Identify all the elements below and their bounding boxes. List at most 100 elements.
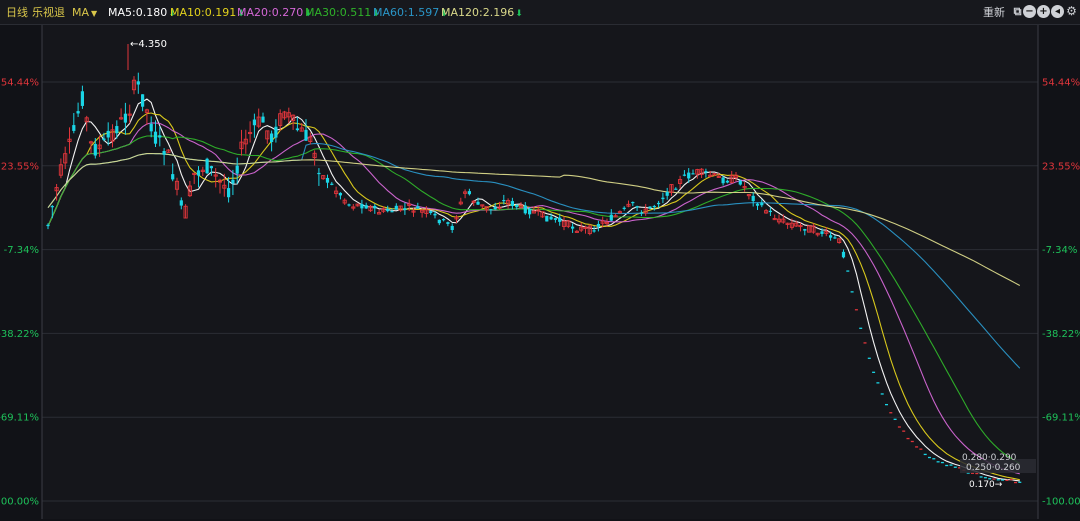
candle: [760, 202, 764, 206]
candle: [93, 143, 97, 156]
candle: [841, 251, 846, 258]
candle: [261, 116, 265, 123]
candle: [631, 201, 635, 204]
candle: [571, 226, 575, 229]
candle: [433, 213, 437, 216]
candle: [102, 138, 106, 141]
candle: [691, 173, 695, 175]
candle: [46, 224, 50, 227]
candle: [755, 203, 760, 206]
candle: [136, 81, 140, 85]
y-tick-label-right: -7.34%: [1042, 245, 1077, 256]
candle: [515, 204, 519, 208]
candle: [635, 206, 639, 208]
candle: [149, 123, 153, 132]
y-tick-label-left: -69.11%: [0, 413, 39, 424]
candle: [270, 133, 274, 143]
candle: [738, 180, 742, 185]
min-price-annotation: 0.170→: [969, 480, 1003, 490]
candle: [72, 125, 76, 131]
candle: [115, 126, 119, 134]
y-tick-label-right: -100.00%: [1042, 497, 1080, 508]
candle: [639, 212, 643, 214]
candle: [386, 208, 390, 212]
price-annotation: 0.250·0.260: [966, 463, 1021, 473]
candle: [829, 235, 833, 238]
candle: [196, 170, 201, 176]
candle: [330, 183, 334, 185]
candle: [648, 206, 652, 209]
candle: [704, 171, 708, 173]
candle: [373, 205, 377, 209]
candle: [450, 225, 454, 230]
candlestick-chart[interactable]: 54.44% 23.55% -7.34% -38.22% -69.11% -100.00%…: [0, 0, 1080, 521]
candle: [76, 111, 80, 114]
candle: [528, 208, 532, 215]
candle: [657, 202, 661, 205]
candle: [725, 180, 729, 183]
candle: [364, 205, 368, 209]
candle: [545, 215, 549, 222]
candle: [446, 222, 450, 224]
candle: [833, 237, 837, 239]
plot-area: [42, 25, 1038, 519]
candle: [549, 216, 553, 220]
candle: [227, 188, 231, 198]
candle: [820, 231, 824, 234]
candle: [123, 113, 127, 123]
candle: [338, 192, 342, 196]
candle: [153, 131, 158, 144]
candle: [360, 204, 364, 209]
candle: [493, 207, 497, 210]
candle: [141, 94, 145, 107]
candle: [390, 211, 394, 213]
candle: [317, 172, 321, 175]
candle: [429, 211, 433, 214]
candle: [304, 129, 308, 141]
candle: [295, 128, 299, 131]
candle: [665, 191, 669, 196]
candle: [592, 230, 596, 232]
candle: [325, 177, 330, 183]
candle: [622, 207, 626, 209]
y-tick-label-right: 23.55%: [1042, 161, 1080, 172]
max-price-annotation: ←4.350: [130, 39, 167, 50]
candle: [437, 219, 441, 224]
candle: [523, 205, 527, 214]
candle: [502, 199, 506, 202]
candle: [347, 204, 351, 206]
candle: [162, 150, 166, 155]
candle: [721, 177, 725, 184]
candle: [209, 166, 213, 169]
candle: [80, 91, 84, 106]
y-tick-label-left: -7.34%: [4, 245, 39, 256]
candle: [489, 209, 493, 211]
y-tick-label-left: -38.22%: [0, 329, 39, 340]
price-annotation: 0.280·0.290: [962, 453, 1017, 463]
candle: [652, 205, 656, 208]
candle: [274, 126, 278, 138]
candle: [609, 214, 613, 221]
candle: [596, 223, 600, 227]
candle: [803, 229, 807, 231]
candle: [687, 172, 691, 179]
candle: [467, 191, 471, 195]
candle: [403, 208, 407, 211]
candle: [235, 165, 239, 174]
candle: [476, 201, 480, 205]
y-tick-label-left: -100.00%: [0, 497, 39, 508]
candle: [106, 130, 110, 138]
candle: [682, 174, 686, 176]
candle: [50, 206, 54, 208]
candle: [158, 135, 162, 138]
candle: [179, 200, 183, 206]
candle: [553, 218, 557, 220]
y-tick-label-right: -38.22%: [1042, 329, 1080, 340]
candle: [674, 188, 678, 190]
candle: [205, 158, 209, 174]
candle: [252, 119, 256, 126]
candle: [416, 206, 420, 209]
y-tick-label-right: -69.11%: [1042, 413, 1080, 424]
candle: [661, 197, 665, 200]
y-tick-label-left: 23.55%: [1, 161, 39, 172]
